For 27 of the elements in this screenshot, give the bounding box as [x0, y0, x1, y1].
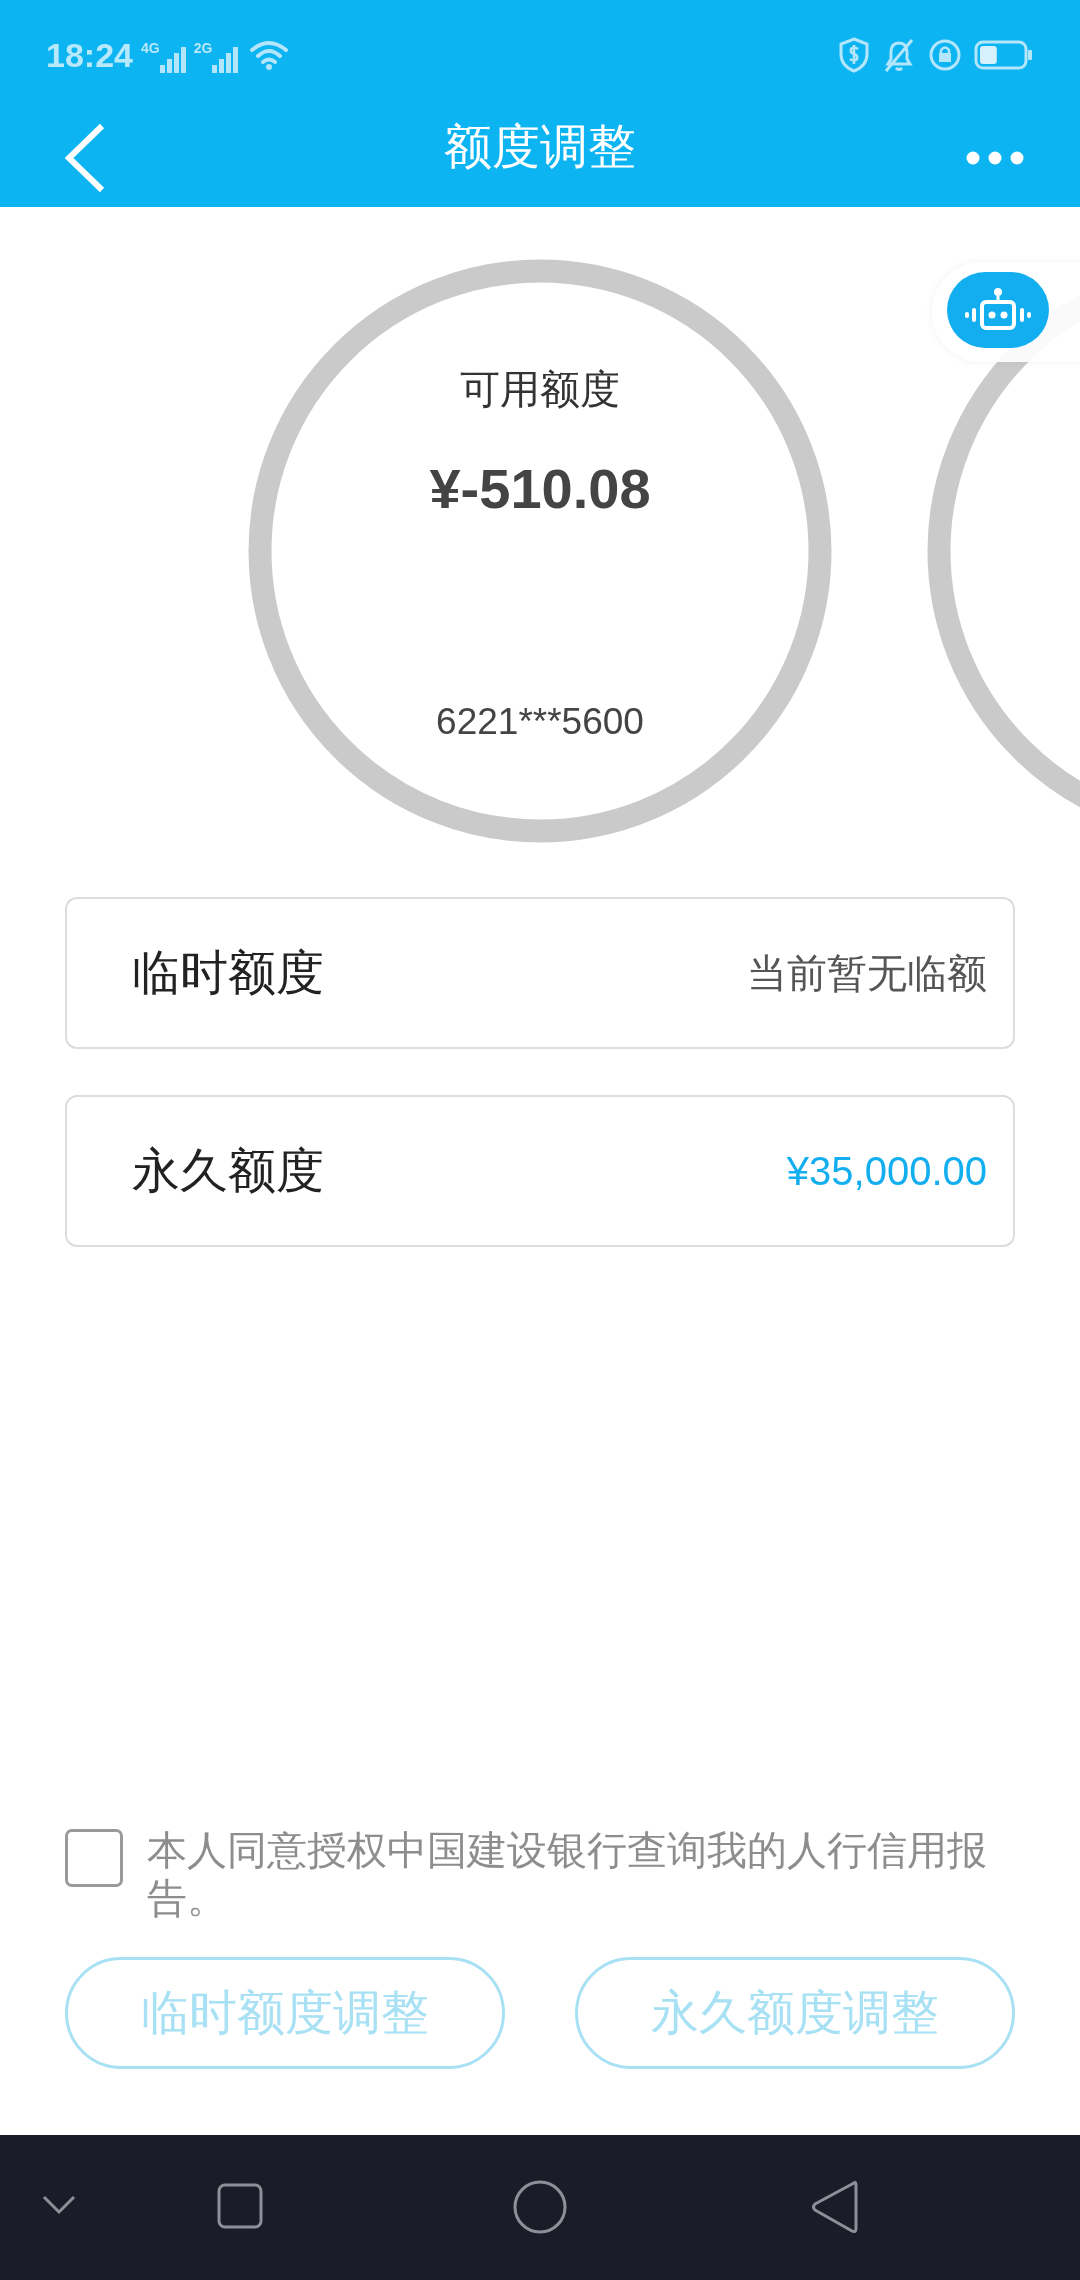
card-number: 6221***5600 [436, 703, 644, 740]
available-limit-label: 可用额度 [460, 369, 620, 409]
signal-icon [159, 45, 186, 73]
rotation-lock-icon [928, 38, 962, 72]
home-icon[interactable] [512, 2179, 568, 2235]
more-icon [966, 151, 1024, 165]
status-time: 18:24 [46, 34, 133, 76]
signal-icon [212, 45, 239, 73]
page-title: 额度调整 [444, 122, 636, 171]
back-icon [64, 122, 106, 193]
muted-bell-icon [882, 37, 916, 73]
back-icon[interactable] [810, 2179, 858, 2235]
limit-value: 当前暂无临额 [747, 950, 987, 997]
limit-value: ¥35,000.00 [786, 1148, 987, 1195]
battery-icon [974, 40, 1034, 70]
consent-text: 本人同意授权中国建设银行查询我的人行信用报告。 [147, 1827, 988, 1922]
limit-label: 临时额度 [132, 945, 324, 1001]
consent-checkbox[interactable] [65, 1829, 123, 1887]
available-amount: ¥-510.08 [429, 461, 651, 517]
wifi-icon [250, 40, 289, 70]
robot-icon [964, 288, 1032, 332]
network-label: 4G [140, 39, 160, 58]
recents-icon[interactable] [217, 2183, 263, 2229]
chevron-down-icon[interactable] [42, 2195, 76, 2215]
network-label: 2G [193, 39, 213, 58]
shield-icon [838, 37, 870, 73]
limit-label: 永久额度 [132, 1143, 324, 1199]
